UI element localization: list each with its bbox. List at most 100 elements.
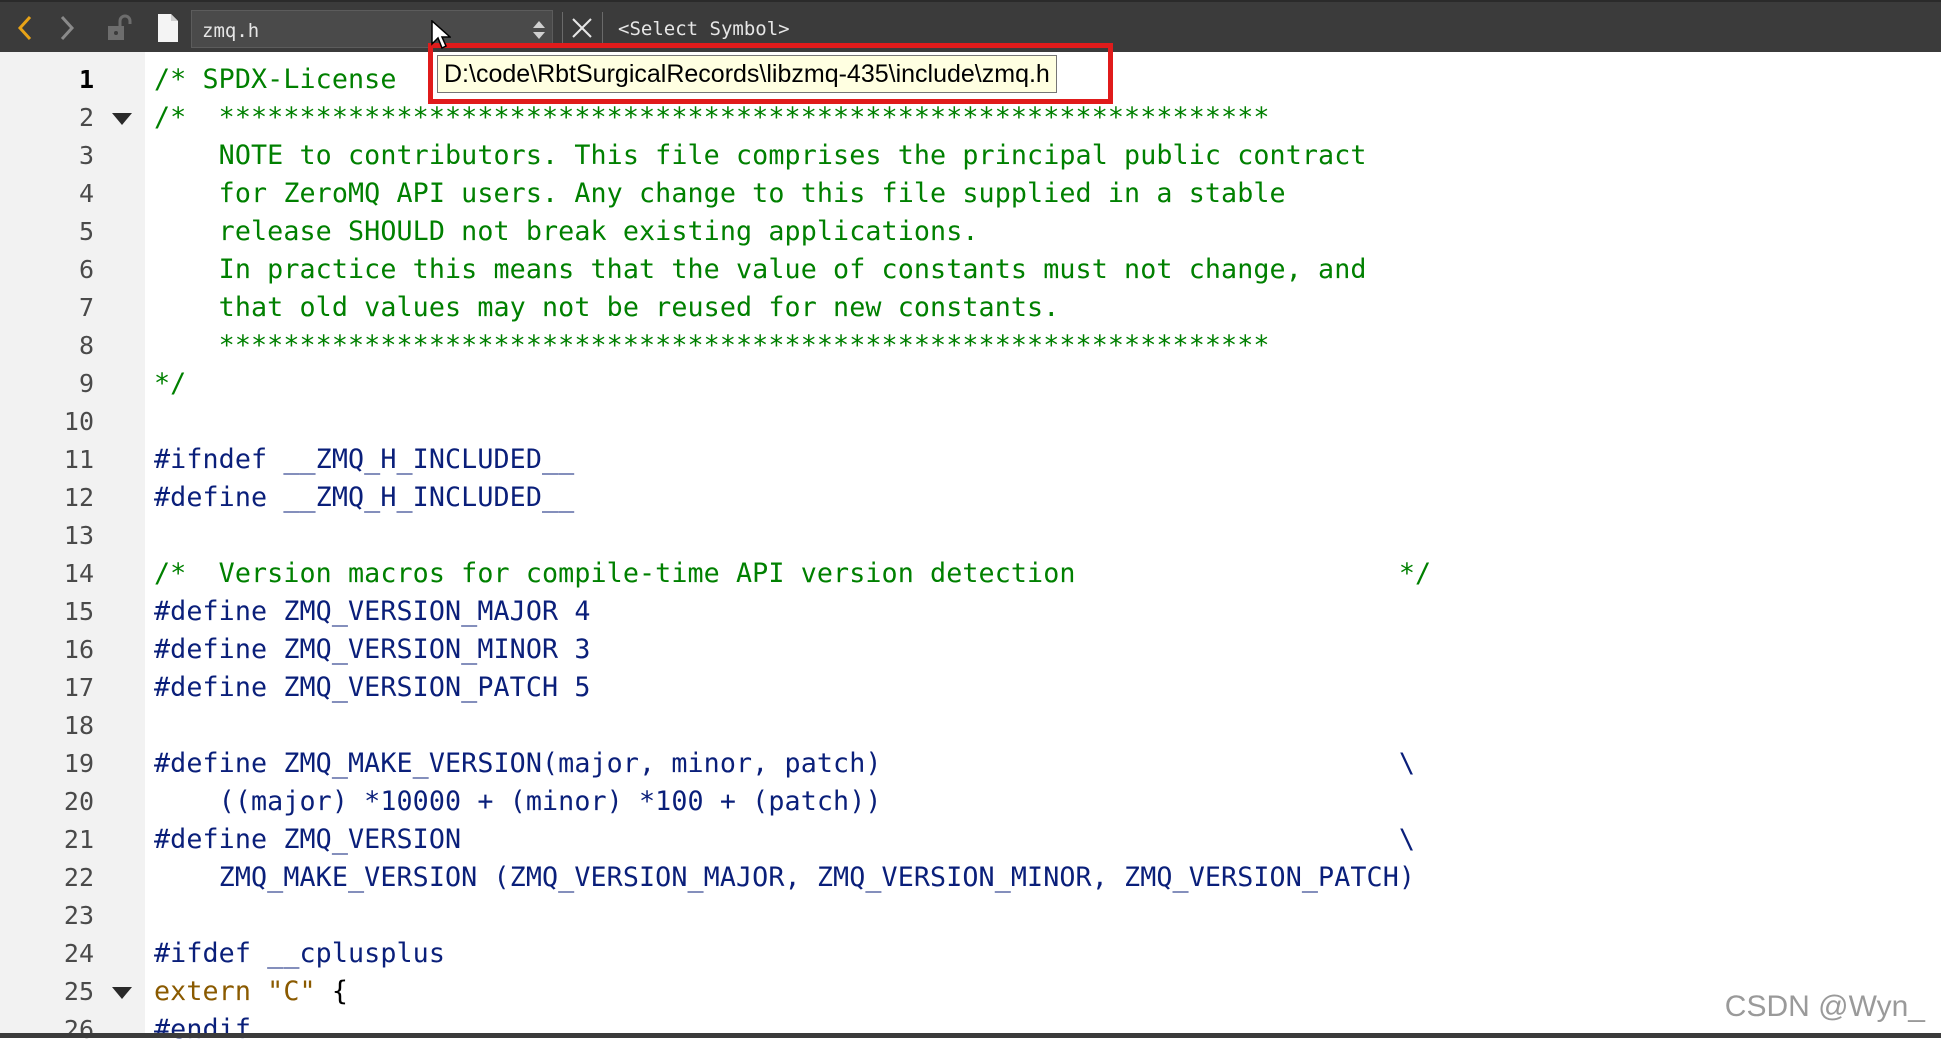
code-text: ZMQ_MAKE_VERSION (ZMQ_VERSION_MAJOR, ZMQ… bbox=[154, 859, 1415, 897]
status-strip bbox=[0, 1033, 1941, 1038]
code-text: /* *************************************… bbox=[154, 99, 1270, 137]
close-file-button[interactable] bbox=[568, 10, 596, 46]
code-line[interactable]: 2 /* ************************************… bbox=[0, 99, 1941, 137]
code-text: #ifdef __cplusplus bbox=[154, 935, 445, 973]
code-line[interactable]: 23 bbox=[0, 897, 1941, 935]
code-line[interactable]: 18 bbox=[0, 707, 1941, 745]
code-text: #define ZMQ_MAKE_VERSION(major, minor, p… bbox=[154, 745, 1415, 783]
line-number: 23 bbox=[63, 901, 94, 930]
fold-toggle-icon[interactable] bbox=[112, 987, 132, 999]
code-line[interactable]: 21 #define ZMQ_VERSION \ bbox=[0, 821, 1941, 859]
code-line[interactable]: 24 #ifdef __cplusplus bbox=[0, 935, 1941, 973]
code-line[interactable]: 14 /* Version macros for compile-time API… bbox=[0, 555, 1941, 593]
code-text: ****************************************… bbox=[154, 327, 1270, 365]
line-number: 7 bbox=[78, 293, 94, 322]
code-line[interactable]: 8 **************************************… bbox=[0, 327, 1941, 365]
code-token: #define ZMQ_VERSION_MINOR 3 bbox=[154, 634, 591, 665]
code-text: In practice this means that the value of… bbox=[154, 251, 1367, 289]
code-line[interactable]: 4 for ZeroMQ API users. Any change to th… bbox=[0, 175, 1941, 213]
line-number: 2 bbox=[78, 103, 94, 132]
code-token: #define __ZMQ_H_INCLUDED__ bbox=[154, 482, 575, 513]
code-token: /* SPDX-License bbox=[154, 64, 397, 95]
code-line[interactable]: 9 */ bbox=[0, 365, 1941, 403]
code-text: #define ZMQ_VERSION_MINOR 3 bbox=[154, 631, 591, 669]
code-line[interactable]: 13 bbox=[0, 517, 1941, 555]
file-path-tooltip: D:\code\RbtSurgicalRecords\libzmq-435\in… bbox=[437, 55, 1057, 93]
back-button[interactable] bbox=[8, 10, 42, 46]
line-number: 18 bbox=[63, 711, 94, 740]
code-text: /* Version macros for compile-time API v… bbox=[154, 555, 1431, 593]
code-token: that old values may not be reused for ne… bbox=[154, 292, 1060, 323]
line-number: 13 bbox=[63, 521, 94, 550]
code-token: #ifdef __cplusplus bbox=[154, 938, 446, 969]
code-text: ((major) *10000 + (minor) *100 + (patch)… bbox=[154, 783, 882, 821]
line-number: 21 bbox=[63, 825, 94, 854]
code-line[interactable]: 7 that old values may not be reused for … bbox=[0, 289, 1941, 327]
code-token: ****************************************… bbox=[154, 330, 1270, 361]
toolbar-divider bbox=[602, 12, 603, 46]
code-text: #define __ZMQ_H_INCLUDED__ bbox=[154, 479, 574, 517]
unlock-icon bbox=[108, 14, 132, 40]
fold-toggle-icon[interactable] bbox=[112, 113, 132, 125]
line-number: 9 bbox=[78, 369, 94, 398]
chevron-right-icon bbox=[60, 15, 75, 41]
code-text: */ bbox=[154, 365, 186, 403]
code-token: /* Version macros for compile-time API v… bbox=[154, 558, 1432, 589]
close-icon bbox=[572, 18, 592, 38]
code-token: { bbox=[315, 976, 349, 1007]
mouse-cursor-icon bbox=[431, 20, 451, 50]
code-text: that old values may not be reused for ne… bbox=[154, 289, 1060, 327]
code-text: #define ZMQ_VERSION_PATCH 5 bbox=[154, 669, 591, 707]
symbol-selector[interactable]: <Select Symbol> bbox=[618, 18, 790, 40]
code-line[interactable]: 16 #define ZMQ_VERSION_MINOR 3 bbox=[0, 631, 1941, 669]
code-line[interactable]: 15 #define ZMQ_VERSION_MAJOR 4 bbox=[0, 593, 1941, 631]
toolbar-divider bbox=[562, 12, 563, 46]
code-line[interactable]: 22 ZMQ_MAKE_VERSION (ZMQ_VERSION_MAJOR, … bbox=[0, 859, 1941, 897]
line-number: 12 bbox=[63, 483, 94, 512]
line-number: 20 bbox=[63, 787, 94, 816]
line-number: 19 bbox=[63, 749, 94, 778]
code-text: for ZeroMQ API users. Any change to this… bbox=[154, 175, 1286, 213]
line-number: 22 bbox=[63, 863, 94, 892]
sort-arrows-icon bbox=[533, 21, 545, 39]
code-line[interactable]: 26 #endif bbox=[0, 1011, 1941, 1049]
code-token: "C" bbox=[267, 976, 316, 1007]
code-editor[interactable]: 1 /* SPDX-License 2 /* ********************… bbox=[0, 52, 1941, 1045]
lock-button[interactable] bbox=[102, 10, 136, 46]
code-line[interactable]: 6 In practice this means that the value … bbox=[0, 251, 1941, 289]
code-token: */ bbox=[154, 368, 187, 399]
code-token: #ifndef __ZMQ_H_INCLUDED__ bbox=[154, 444, 575, 475]
code-token: ZMQ_MAKE_VERSION (ZMQ_VERSION_MAJOR, ZMQ… bbox=[154, 862, 1416, 893]
code-text: #define ZMQ_VERSION_MAJOR 4 bbox=[154, 593, 591, 631]
code-line[interactable]: 12 #define __ZMQ_H_INCLUDED__ bbox=[0, 479, 1941, 517]
code-token: In practice this means that the value of… bbox=[154, 254, 1367, 285]
line-number: 26 bbox=[63, 1015, 94, 1044]
line-number: 24 bbox=[63, 939, 94, 968]
chevron-left-icon bbox=[17, 15, 32, 41]
code-text: #endif bbox=[154, 1011, 251, 1049]
code-text: release SHOULD not break existing applic… bbox=[154, 213, 979, 251]
code-text: #ifndef __ZMQ_H_INCLUDED__ bbox=[154, 441, 574, 479]
code-token: extern bbox=[154, 976, 268, 1007]
code-line[interactable]: 20 ((major) *10000 + (minor) *100 + (pat… bbox=[0, 783, 1941, 821]
code-line[interactable]: 19 #define ZMQ_MAKE_VERSION(major, minor,… bbox=[0, 745, 1941, 783]
code-line[interactable]: 25 extern "C" { bbox=[0, 973, 1941, 1011]
code-token: #define ZMQ_VERSION_MAJOR 4 bbox=[154, 596, 591, 627]
code-line[interactable]: 10 bbox=[0, 403, 1941, 441]
line-number: 8 bbox=[78, 331, 94, 360]
code-text: NOTE to contributors. This file comprise… bbox=[154, 137, 1367, 175]
line-number: 11 bbox=[63, 445, 94, 474]
code-token: #endif bbox=[154, 1014, 252, 1045]
line-number: 25 bbox=[63, 977, 94, 1006]
code-line[interactable]: 11 #ifndef __ZMQ_H_INCLUDED__ bbox=[0, 441, 1941, 479]
line-number: 4 bbox=[78, 179, 94, 208]
line-number: 5 bbox=[78, 217, 94, 246]
code-line[interactable]: 17 #define ZMQ_VERSION_PATCH 5 bbox=[0, 669, 1941, 707]
code-token: release SHOULD not break existing applic… bbox=[154, 216, 979, 247]
file-icon-button bbox=[152, 10, 184, 46]
code-line[interactable]: 5 release SHOULD not break existing appl… bbox=[0, 213, 1941, 251]
line-number: 1 bbox=[78, 65, 94, 94]
file-name: zmq.h bbox=[202, 20, 260, 42]
code-line[interactable]: 3 NOTE to contributors. This file compri… bbox=[0, 137, 1941, 175]
forward-button[interactable] bbox=[50, 10, 84, 46]
